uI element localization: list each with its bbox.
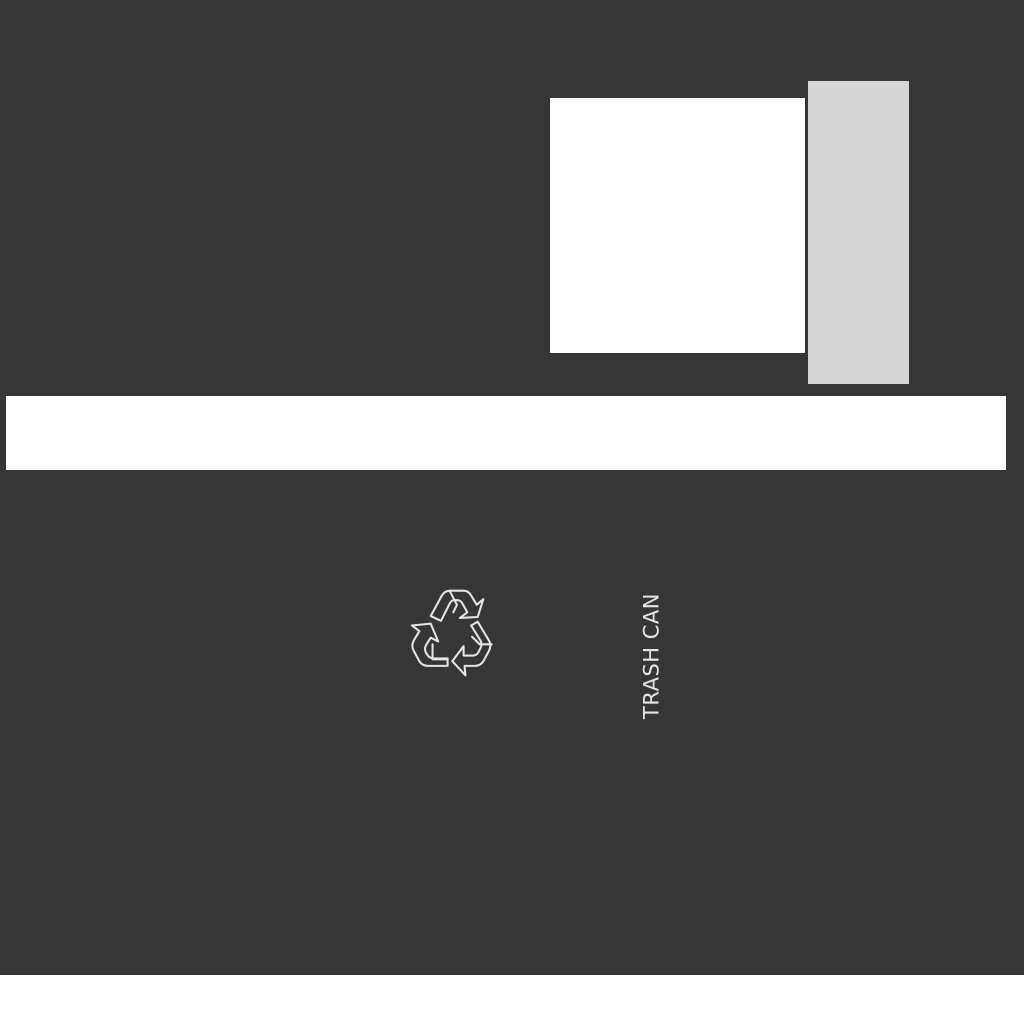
bin-panel: TRASH CAN bbox=[0, 0, 1024, 975]
white-square-block bbox=[550, 98, 805, 353]
bottom-white-strip bbox=[0, 975, 1024, 1024]
recycle-icon bbox=[408, 586, 506, 680]
trash-can-label: TRASH CAN bbox=[639, 593, 664, 719]
gray-column-block bbox=[808, 81, 909, 384]
white-horizontal-bar bbox=[6, 396, 1006, 470]
